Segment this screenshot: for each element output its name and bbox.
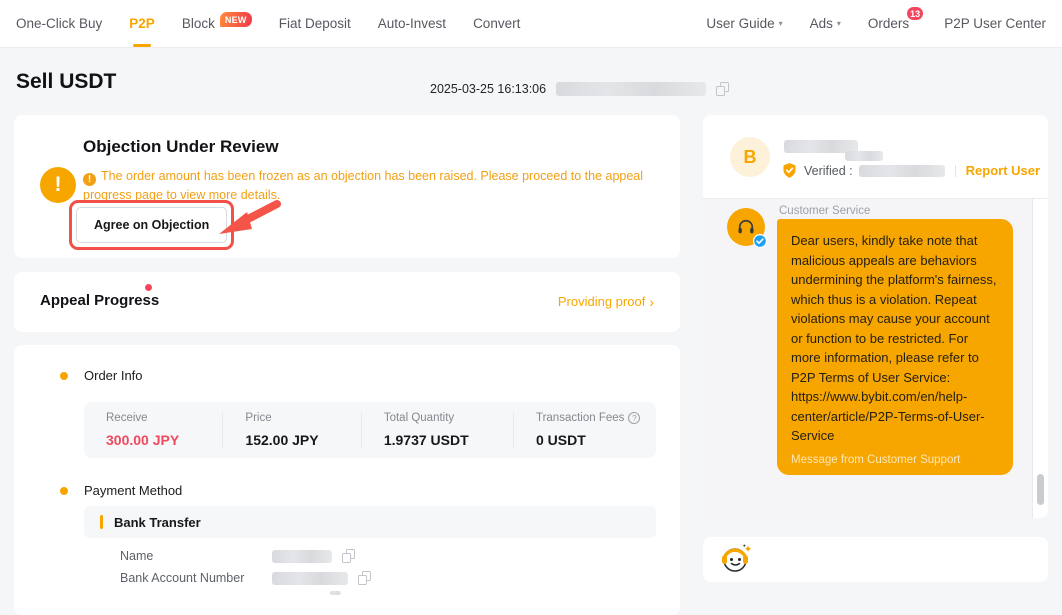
- warning-icon: !: [40, 167, 76, 203]
- bank-transfer-label: Bank Transfer: [114, 515, 201, 530]
- copy-icon[interactable]: [342, 549, 355, 563]
- customer-service-label: Customer Service: [779, 205, 870, 217]
- chat-message-bubble: Dear users, kindly take note that malici…: [777, 219, 1013, 475]
- customer-service-avatar: [727, 208, 765, 246]
- nav-item-convert[interactable]: Convert: [473, 0, 520, 47]
- nav-label: Auto-Invest: [378, 16, 446, 31]
- copy-icon[interactable]: [358, 571, 371, 585]
- bank-transfer-header: Bank Transfer: [84, 506, 656, 538]
- warning-text: The order amount has been frozen as an o…: [83, 169, 643, 202]
- ads-menu[interactable]: Ads ▾: [810, 0, 841, 47]
- order-info-box: Receive 300.00 JPY Price 152.00 JPY Tota…: [84, 402, 656, 458]
- chevron-down-icon: ▾: [779, 19, 783, 28]
- verified-label: Verified :: [804, 164, 853, 178]
- annotation-highlight-box: Agree on Objection: [69, 200, 234, 250]
- nav-label: One-Click Buy: [16, 16, 102, 31]
- section-bullet-icon: [60, 372, 68, 380]
- nav-label: Ads: [810, 16, 833, 31]
- chevron-right-icon: ›: [649, 295, 654, 309]
- order-info-section-title: Order Info: [84, 368, 143, 383]
- field-value: 152.00 JPY: [245, 432, 360, 448]
- copy-icon[interactable]: [716, 82, 729, 96]
- chat-card: B Verified : Report User Customer Servic…: [703, 115, 1048, 518]
- field-value: 1.9737 USDT: [384, 432, 513, 448]
- chat-message-area: Customer Service Dear users, kindly take…: [703, 199, 1033, 518]
- verified-shield-icon: [781, 162, 798, 179]
- annotation-arrow-icon: [214, 199, 282, 239]
- info-icon[interactable]: ?: [628, 412, 640, 424]
- nav-label: Block: [182, 16, 215, 31]
- nav-item-fiat-deposit[interactable]: Fiat Deposit: [279, 0, 351, 47]
- accent-bar: [100, 515, 103, 529]
- nav-label: Orders: [868, 16, 909, 31]
- orders-count-badge: 13: [906, 6, 924, 21]
- chat-input-card: [703, 537, 1048, 582]
- p2p-user-center-link[interactable]: P2P User Center: [944, 0, 1046, 47]
- payment-row-bank-account-number: Bank Account Number: [120, 571, 371, 585]
- divider: [955, 165, 956, 177]
- seller-avatar[interactable]: B: [730, 137, 770, 177]
- chat-message-text: Dear users, kindly take note that malici…: [791, 231, 999, 446]
- appeal-progress-card: Appeal Progress Providing proof ›: [14, 272, 680, 332]
- payment-field-label: Name: [120, 549, 272, 563]
- order-details-card: Order Info Receive 300.00 JPY Price 152.…: [14, 345, 680, 615]
- nav-left-group: One-Click Buy P2P Block NEW Fiat Deposit…: [16, 0, 520, 47]
- appeal-progress-title: Appeal Progress: [40, 292, 159, 309]
- field-value: 300.00 JPY: [106, 432, 222, 448]
- redacted-value: [272, 572, 348, 585]
- order-timestamp: 2025-03-25 16:13:06: [430, 82, 546, 96]
- section-bullet-icon: [60, 487, 68, 495]
- nav-label: P2P: [129, 16, 155, 31]
- new-badge: NEW: [220, 12, 252, 27]
- top-nav-bar: One-Click Buy P2P Block NEW Fiat Deposit…: [0, 0, 1062, 48]
- link-label: Providing proof: [558, 294, 645, 309]
- agree-on-objection-button[interactable]: Agree on Objection: [76, 207, 227, 243]
- payment-method-section-title: Payment Method: [84, 483, 182, 498]
- chevron-down-icon: ▾: [837, 19, 841, 28]
- redacted-value: [272, 550, 332, 563]
- page-title: Sell USDT: [16, 70, 116, 94]
- field-label: Receive: [106, 412, 222, 424]
- verified-row: Verified : Report User: [781, 162, 1040, 179]
- order-id-redacted: [556, 82, 706, 96]
- support-bot-icon[interactable]: [719, 543, 753, 575]
- payment-field-label: Bank Account Number: [120, 571, 272, 585]
- order-field-transaction-fees: Transaction Fees ? 0 USDT: [513, 412, 656, 448]
- nav-label: P2P User Center: [944, 16, 1046, 31]
- user-guide-menu[interactable]: User Guide ▾: [706, 0, 782, 47]
- nav-right-group: User Guide ▾ Ads ▾ Orders 13 P2P User Ce…: [706, 0, 1046, 47]
- field-label-text: Transaction Fees: [536, 412, 624, 424]
- nav-item-block[interactable]: Block NEW: [182, 0, 252, 47]
- objection-title: Objection Under Review: [83, 137, 279, 157]
- nav-label: Fiat Deposit: [279, 16, 351, 31]
- orders-link[interactable]: Orders 13: [868, 0, 909, 47]
- nav-label: Convert: [473, 16, 520, 31]
- order-field-total-quantity: Total Quantity 1.9737 USDT: [361, 412, 513, 448]
- field-label: Price: [245, 412, 360, 424]
- objection-card: ! Objection Under Review !The order amou…: [14, 115, 680, 258]
- order-field-receive: Receive 300.00 JPY: [84, 412, 222, 448]
- verified-value-redacted: [859, 165, 945, 177]
- verified-check-icon: [753, 234, 767, 248]
- notification-dot: [145, 284, 152, 291]
- order-field-price: Price 152.00 JPY: [222, 412, 360, 448]
- field-value: 0 USDT: [536, 432, 656, 448]
- nav-item-p2p[interactable]: P2P: [129, 0, 155, 47]
- warning-icon: !: [83, 173, 96, 186]
- nav-label: User Guide: [706, 16, 774, 31]
- nav-item-one-click-buy[interactable]: One-Click Buy: [16, 0, 102, 47]
- field-label: Transaction Fees ?: [536, 412, 656, 424]
- nav-item-auto-invest[interactable]: Auto-Invest: [378, 0, 446, 47]
- chat-scrollbar[interactable]: [1037, 474, 1044, 505]
- chat-message-footer: Message from Customer Support: [791, 454, 999, 466]
- seller-name-redacted: [845, 151, 883, 161]
- providing-proof-link[interactable]: Providing proof ›: [558, 294, 654, 309]
- order-meta-row: 2025-03-25 16:13:06: [430, 82, 729, 96]
- payment-row-name: Name: [120, 549, 355, 563]
- report-user-link[interactable]: Report User: [966, 163, 1040, 178]
- copy-icon: [330, 591, 341, 595]
- field-label: Total Quantity: [384, 412, 513, 424]
